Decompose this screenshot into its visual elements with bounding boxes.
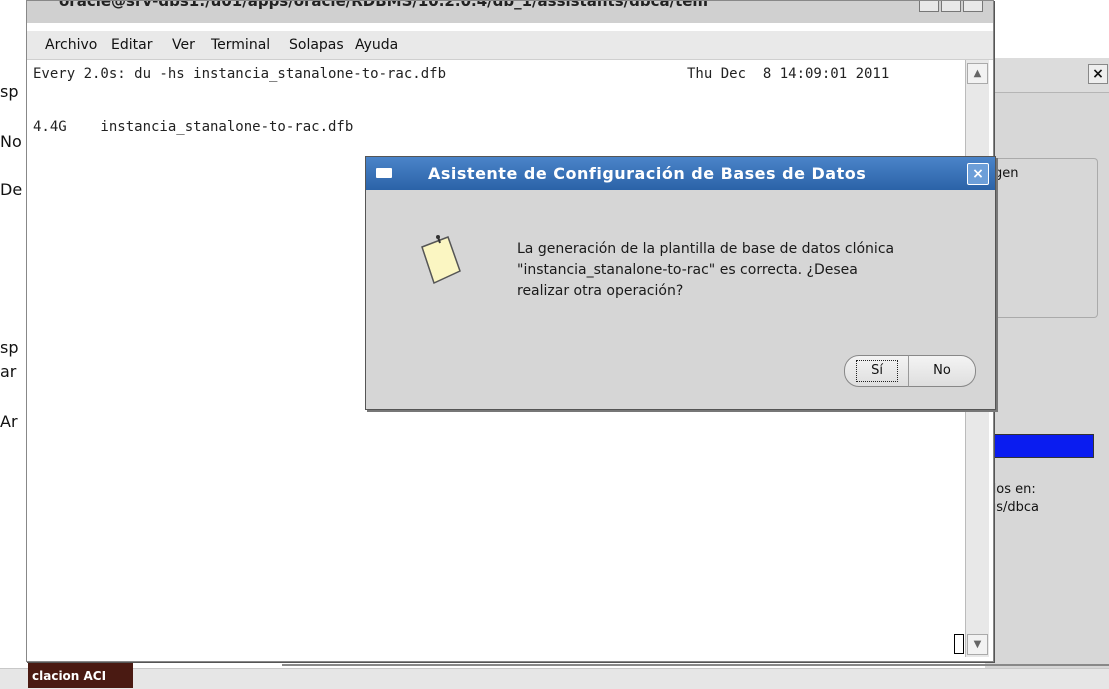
dialog-titlebar[interactable]: Asistente de Configuración de Bases de D… xyxy=(366,157,995,190)
watch-timestamp: Thu Dec 8 14:09:01 2011 xyxy=(687,66,890,82)
no-button-label: No xyxy=(933,363,951,378)
bg-text-fragment: De xyxy=(0,180,23,199)
bg-text-fragment: sp xyxy=(0,338,19,357)
menu-solapas[interactable]: Solapas xyxy=(289,37,344,53)
yes-button-label: Sí xyxy=(856,360,898,382)
bg-info-line: dos en: xyxy=(988,482,1036,497)
terminal-title: oracle@srv-dbs1:/u01/apps/oracle/RDBMS/1… xyxy=(59,1,709,10)
dialog-message-line: "instancia_stanalone-to-rac" es correcta… xyxy=(517,262,858,278)
bg-text-fragment: Ar xyxy=(0,412,18,431)
taskbar-item[interactable]: clacion ACI xyxy=(28,663,133,688)
dialog-close-icon[interactable]: × xyxy=(967,163,989,185)
note-icon xyxy=(421,235,461,285)
scroll-up-icon[interactable]: ▲ xyxy=(967,63,988,84)
taskbar-item-label: clacion ACI xyxy=(32,669,107,683)
bg-text-fragment: No xyxy=(0,132,22,151)
bg-group-text: gen xyxy=(994,166,1019,181)
terminal-titlebar[interactable]: oracle@srv-dbs1:/u01/apps/oracle/RDBMS/1… xyxy=(27,1,993,23)
bg-close-icon[interactable]: × xyxy=(1088,64,1108,84)
dbca-dialog: Asistente de Configuración de Bases de D… xyxy=(365,156,996,410)
bg-text-fragment: sp xyxy=(0,82,19,101)
menu-ver[interactable]: Ver xyxy=(172,37,195,53)
window-menu-icon[interactable] xyxy=(376,168,392,178)
dialog-message-line: La generación de la plantilla de base de… xyxy=(517,241,895,257)
dialog-message: La generación de la plantilla de base de… xyxy=(517,239,977,302)
watch-header: Every 2.0s: du -hs instancia_stanalone-t… xyxy=(33,66,447,82)
minimize-icon[interactable] xyxy=(919,1,939,12)
close-icon[interactable] xyxy=(963,1,983,12)
maximize-icon[interactable] xyxy=(941,1,961,12)
yes-button[interactable]: Sí xyxy=(844,355,910,387)
text-cursor xyxy=(954,634,964,654)
bg-group-box xyxy=(985,158,1098,318)
bg-text-fragment: ar xyxy=(0,362,17,381)
bottom-panel xyxy=(0,668,1109,689)
menu-archivo[interactable]: Archivo xyxy=(45,37,97,53)
progress-bar xyxy=(985,434,1094,458)
menu-editar[interactable]: Editar xyxy=(111,37,152,53)
du-output-line: 4.4G instancia_stanalone-to-rac.dfb xyxy=(33,119,354,135)
menu-terminal[interactable]: Terminal xyxy=(211,37,270,53)
scroll-down-icon[interactable]: ▼ xyxy=(967,634,988,655)
menu-ayuda[interactable]: Ayuda xyxy=(355,37,398,53)
terminal-menubar: Archivo Editar Ver Terminal Solapas Ayud… xyxy=(27,31,993,60)
bg-right-panel xyxy=(985,58,1109,668)
bg-info-line: gs/dbca xyxy=(988,500,1040,515)
bottom-divider xyxy=(282,664,1109,666)
dialog-message-line: realizar otra operación? xyxy=(517,283,684,299)
no-button[interactable]: No xyxy=(908,355,976,387)
dialog-title: Asistente de Configuración de Bases de D… xyxy=(428,164,867,183)
